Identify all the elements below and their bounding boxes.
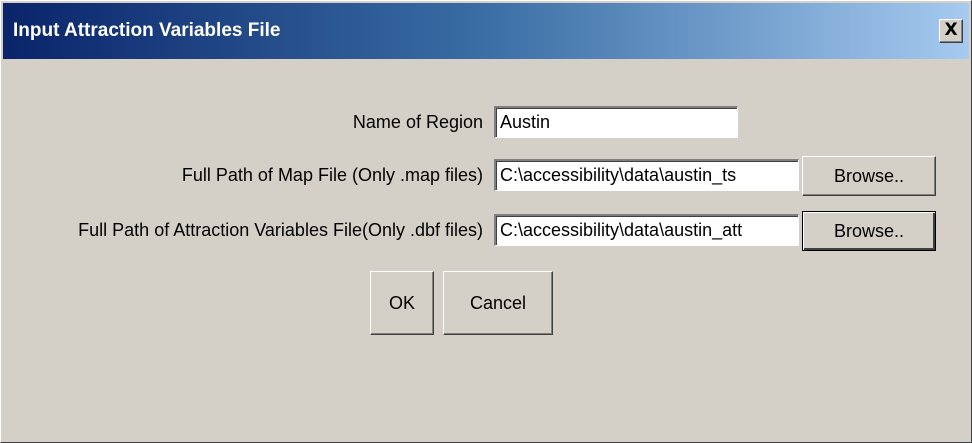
map-file-input[interactable]: C:\accessibility\data\austin_ts: [494, 159, 799, 191]
region-input[interactable]: Austin: [494, 106, 738, 138]
cancel-button[interactable]: Cancel: [443, 271, 553, 335]
ok-button[interactable]: OK: [370, 271, 434, 335]
map-file-label: Full Path of Map File (Only .map files): [181, 165, 483, 185]
dialog-window: Input Attraction Variables File X Name o…: [0, 0, 972, 443]
region-label: Name of Region: [352, 112, 483, 132]
attraction-file-input[interactable]: C:\accessibility\data\austin_att: [494, 214, 799, 246]
title-bar[interactable]: Input Attraction Variables File X: [3, 3, 969, 59]
attraction-file-label: Full Path of Attraction Variables File(O…: [78, 220, 483, 240]
dialog-title: Input Attraction Variables File: [13, 20, 281, 41]
attraction-file-browse-button[interactable]: Browse..: [802, 211, 936, 251]
map-file-browse-button[interactable]: Browse..: [802, 156, 936, 196]
close-icon: X: [944, 20, 958, 40]
close-button[interactable]: X: [939, 19, 963, 43]
